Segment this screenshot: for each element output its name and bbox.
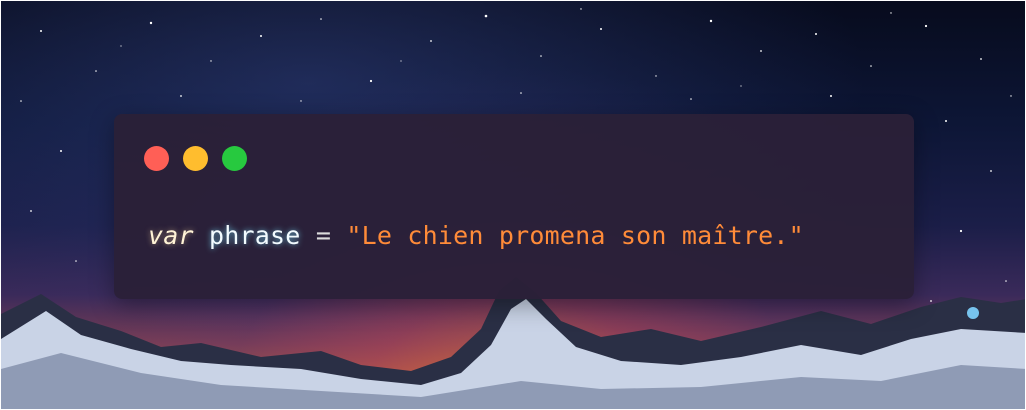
maximize-button[interactable] [222, 146, 247, 171]
code-string: "Le chien promena son maître." [346, 221, 804, 250]
minimize-button[interactable] [183, 146, 208, 171]
window-controls [144, 146, 247, 171]
code-identifier: phrase [209, 221, 301, 250]
code-window: var phrase = "Le chien promena son maîtr… [114, 114, 914, 299]
background-night-sky-mountains: var phrase = "Le chien promena son maîtr… [0, 0, 1026, 410]
close-button[interactable] [144, 146, 169, 171]
code-operator: = [315, 221, 332, 250]
code-line: var phrase = "Le chien promena son maîtr… [148, 220, 804, 252]
code-keyword: var [148, 221, 194, 250]
